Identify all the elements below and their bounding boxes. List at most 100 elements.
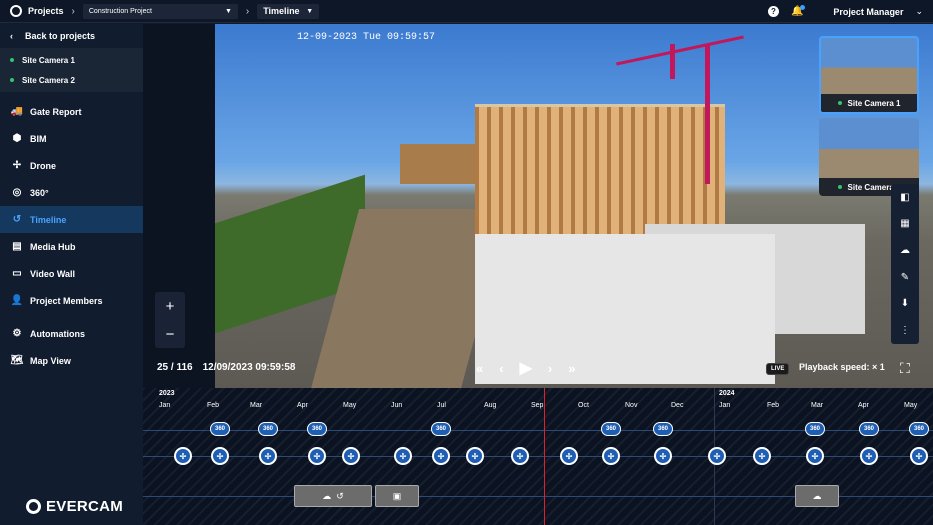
month-label[interactable]: Jan	[719, 402, 730, 409]
projects-link[interactable]: Projects	[28, 6, 64, 16]
drone-flight-marker[interactable]: ✢	[860, 447, 878, 465]
brand-name: EVERCAM	[46, 498, 124, 515]
project-select-value: Construction Project	[88, 7, 152, 15]
drone-flight-marker[interactable]: ✢	[259, 447, 277, 465]
month-label[interactable]: Apr	[858, 402, 869, 409]
notification-dot	[800, 5, 806, 10]
drone-flight-marker[interactable]: ✢	[654, 447, 672, 465]
fast-forward-button[interactable]: »	[568, 361, 575, 376]
360-capture-marker[interactable]: 360	[601, 422, 621, 436]
next-button[interactable]: ›	[548, 361, 552, 376]
snapshot-counter: 25 / 116 12/09/2023 09:59:58	[157, 362, 305, 373]
timeline-bar[interactable]: 2023 2024 Jan Feb Mar Apr May Jun Jul Au…	[143, 388, 933, 525]
drone-flight-marker[interactable]: ✢	[432, 447, 450, 465]
calendar-icon[interactable]: ▦	[900, 218, 909, 229]
previous-button[interactable]: ‹	[499, 361, 503, 376]
360-capture-marker[interactable]: 360	[210, 422, 230, 436]
drone-flight-marker[interactable]: ✢	[708, 447, 726, 465]
month-label[interactable]: Aug	[484, 402, 496, 409]
month-label[interactable]: May	[904, 402, 917, 409]
thumbnail-site-camera-1[interactable]: Site Camera 1	[819, 36, 919, 114]
sidebar-item-project-members[interactable]: 👤 Project Members	[0, 287, 143, 314]
camera-item-1[interactable]: Site Camera 1	[0, 50, 143, 70]
drone-icon: ✢	[12, 160, 22, 171]
month-label[interactable]: Feb	[207, 402, 219, 409]
camera-item-2[interactable]: Site Camera 2	[0, 70, 143, 90]
chevron-down-icon[interactable]: ⌄	[915, 6, 923, 17]
camera-viewer: 12-09-2023 Tue 09:59:57 + − 25 / 116 12/0…	[143, 24, 933, 388]
drone-flight-marker[interactable]: ✢	[560, 447, 578, 465]
projects-logo-icon[interactable]	[10, 5, 22, 17]
media-clip[interactable]: ☁	[795, 485, 839, 507]
user-menu[interactable]: Project Manager	[833, 7, 903, 17]
sidebar-item-360[interactable]: ◎ 360°	[0, 179, 143, 206]
fullscreen-icon[interactable]: ⛶	[900, 360, 910, 377]
drone-flight-marker[interactable]: ✢	[394, 447, 412, 465]
media-clip[interactable]: ▣	[375, 485, 419, 507]
360-capture-marker[interactable]: 360	[258, 422, 278, 436]
playback-speed[interactable]: Playback speed: × 1	[799, 362, 885, 372]
drone-flight-marker[interactable]: ✢	[511, 447, 529, 465]
drone-flight-marker[interactable]: ✢	[211, 447, 229, 465]
play-button[interactable]: ▶	[520, 358, 532, 378]
sidebar-item-timeline[interactable]: ↺ Timeline	[0, 206, 143, 233]
360-capture-marker[interactable]: 360	[307, 422, 327, 436]
zoom-in-button[interactable]: +	[166, 298, 175, 315]
more-icon[interactable]: ⋮	[900, 325, 910, 336]
month-label[interactable]: Mar	[811, 402, 823, 409]
chevron-right-icon: ›	[245, 5, 250, 17]
timeline-cursor[interactable]	[544, 388, 545, 525]
project-select[interactable]: Construction Project ▼	[82, 3, 238, 19]
camera-label: Site Camera 1	[22, 55, 75, 65]
drone-flight-marker[interactable]: ✢	[602, 447, 620, 465]
360-capture-marker[interactable]: 360	[431, 422, 451, 436]
bim-icon: ⬢	[12, 133, 22, 144]
drone-flight-marker[interactable]: ✢	[806, 447, 824, 465]
sidebar-item-bim[interactable]: ⬢ BIM	[0, 125, 143, 152]
compare-icon[interactable]: ◧	[900, 192, 909, 203]
360-capture-marker[interactable]: 360	[653, 422, 673, 436]
sidebar-item-gate-report[interactable]: 🚚 Gate Report	[0, 98, 143, 125]
sidebar-item-automations[interactable]: ⚙ Automations	[0, 320, 143, 347]
month-label[interactable]: Apr	[297, 402, 308, 409]
month-label[interactable]: Dec	[671, 402, 683, 409]
drone-flight-marker[interactable]: ✢	[910, 447, 928, 465]
sidebar-item-label: 360°	[30, 187, 49, 198]
drone-flight-marker[interactable]: ✢	[174, 447, 192, 465]
drone-flight-marker[interactable]: ✢	[342, 447, 360, 465]
view-select[interactable]: Timeline ▼	[257, 3, 320, 19]
360-capture-marker[interactable]: 360	[805, 422, 825, 436]
cloud-icon: ☁	[812, 490, 822, 501]
month-label[interactable]: Jun	[391, 402, 402, 409]
360-capture-marker[interactable]: 360	[909, 422, 929, 436]
media-clip-group[interactable]: ☁ ↺	[294, 485, 372, 507]
month-label[interactable]: Jul	[437, 402, 446, 409]
drone-flight-marker[interactable]: ✢	[308, 447, 326, 465]
sidebar-item-video-wall[interactable]: ▭ Video Wall	[0, 260, 143, 287]
month-label[interactable]: Feb	[767, 402, 779, 409]
sidebar-item-label: BIM	[30, 133, 47, 144]
live-button[interactable]: LIVE	[766, 363, 790, 375]
drone-flight-marker[interactable]: ✢	[753, 447, 771, 465]
month-label[interactable]: Oct	[578, 402, 589, 409]
help-icon[interactable]: ?	[767, 6, 779, 17]
drone-flight-marker[interactable]: ✢	[466, 447, 484, 465]
month-label[interactable]: Mar	[250, 402, 262, 409]
sidebar-item-label: Gate Report	[30, 106, 82, 117]
360-capture-marker[interactable]: 360	[859, 422, 879, 436]
month-label[interactable]: Jan	[159, 402, 170, 409]
zoom-out-button[interactable]: −	[166, 326, 175, 343]
fast-backward-button[interactable]: «	[476, 361, 483, 376]
back-to-projects[interactable]: ‹ Back to projects	[0, 24, 143, 48]
360-icon: ◎	[12, 187, 22, 198]
month-label[interactable]: Sep	[531, 402, 543, 409]
sidebar-item-drone[interactable]: ✢ Drone	[0, 152, 143, 179]
edit-icon[interactable]: ✎	[901, 272, 909, 283]
sidebar-item-media-hub[interactable]: ▤ Media Hub	[0, 233, 143, 260]
month-label[interactable]: May	[343, 402, 356, 409]
download-icon[interactable]: ⬇	[901, 298, 909, 309]
sidebar-item-map-view[interactable]: 🗺 Map View	[0, 347, 143, 374]
bell-icon[interactable]: 🔔	[791, 5, 806, 17]
weather-icon[interactable]: ☁	[900, 245, 910, 256]
month-label[interactable]: Nov	[625, 402, 637, 409]
